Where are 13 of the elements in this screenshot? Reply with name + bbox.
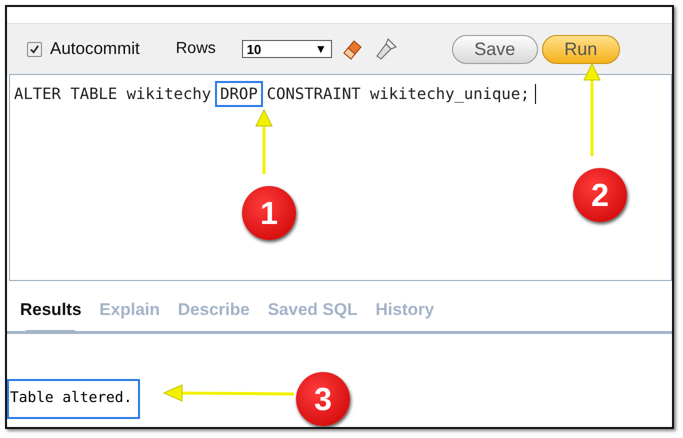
callout-number: 3 <box>296 372 350 426</box>
run-button[interactable]: Run <box>542 34 620 64</box>
tab[interactable]: Results <box>11 300 90 334</box>
result-message: Table altered. <box>7 379 140 419</box>
save-button[interactable]: Save <box>452 34 538 64</box>
autocommit-label: Autocommit <box>50 39 140 59</box>
autocommit-checkbox[interactable] <box>27 42 42 56</box>
sql-code: DROP <box>215 81 263 107</box>
sql-code: CONSTRAINT wikitechy_unique; <box>266 84 531 105</box>
rows-label: Rows <box>176 40 216 58</box>
sql-code: ALTER TABLE wikitechy <box>13 84 212 105</box>
rows-select[interactable]: 10 ▼ <box>242 40 332 58</box>
arrow-drawing <box>255 108 273 174</box>
